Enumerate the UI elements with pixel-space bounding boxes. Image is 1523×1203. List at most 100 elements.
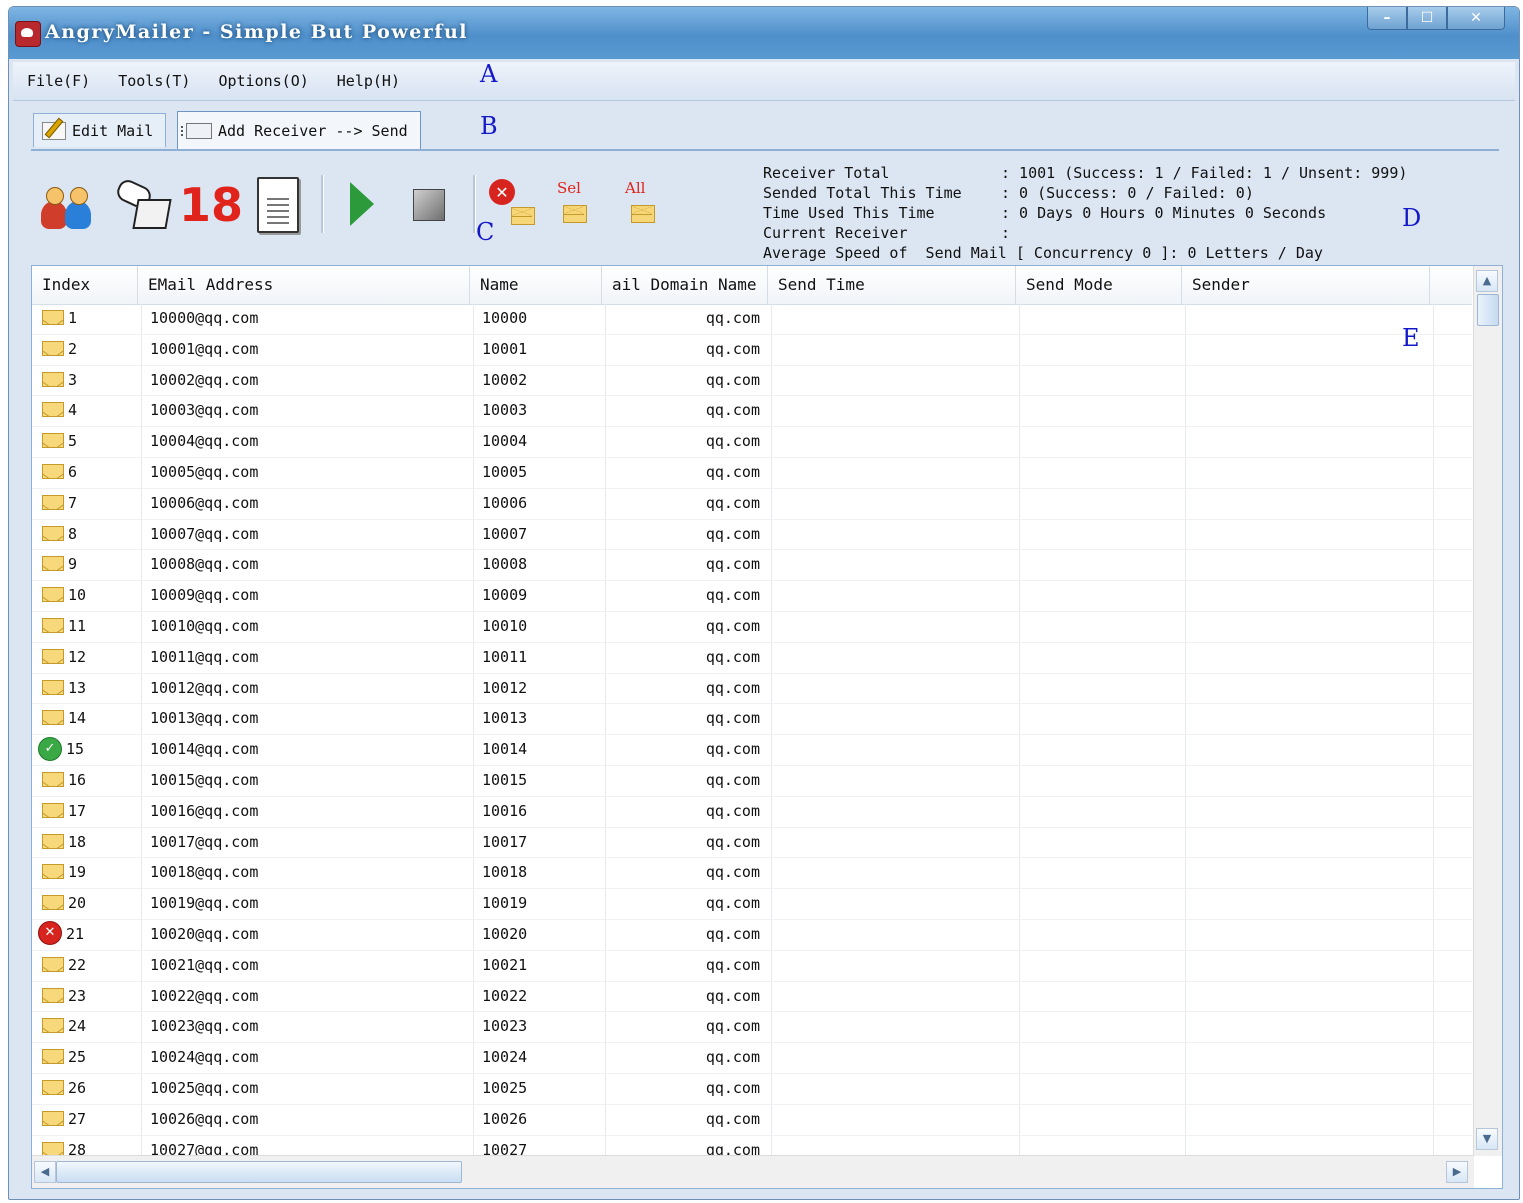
envelope-icon bbox=[42, 771, 64, 787]
tab-strip: Edit Mail Add Receiver --> Send bbox=[31, 109, 1499, 151]
tab-add-receiver-send[interactable]: Add Receiver --> Send bbox=[177, 111, 421, 149]
table-row[interactable]: 25 10024@qq.com 10024 qq.com bbox=[32, 1043, 1472, 1074]
horizontal-scrollbar[interactable]: ◀ ▶ bbox=[32, 1155, 1474, 1188]
stat-receiver-total: Receiver Total : 1001 (Success: 1 / Fail… bbox=[763, 164, 1408, 182]
scroll-right-button[interactable]: ▶ bbox=[1446, 1161, 1468, 1183]
table-row[interactable]: 16 10015@qq.com 10015 qq.com bbox=[32, 766, 1472, 797]
clear-selected-button[interactable]: Sel bbox=[555, 179, 599, 225]
start-send-button[interactable] bbox=[347, 181, 377, 227]
minimize-button[interactable]: – bbox=[1367, 7, 1407, 30]
table-row[interactable]: 19 10018@qq.com 10018 qq.com bbox=[32, 858, 1472, 890]
table-row[interactable]: 6 10005@qq.com 10005 qq.com bbox=[32, 458, 1472, 489]
row-email: 10002@qq.com bbox=[150, 370, 259, 389]
title-bar[interactable]: AngryMailer - Simple But Powerful – ☐ ✕ bbox=[9, 7, 1519, 59]
table-row[interactable]: 22 10021@qq.com 10021 qq.com bbox=[32, 951, 1472, 982]
table-row[interactable]: 20 10019@qq.com 10019 qq.com bbox=[32, 889, 1472, 920]
maximize-button[interactable]: ☐ bbox=[1407, 7, 1447, 30]
receiver-list[interactable]: Index EMail Address Name ail Domain Name… bbox=[31, 265, 1503, 1189]
clear-failed-button[interactable]: ✕ bbox=[489, 179, 539, 225]
col-name[interactable]: Name bbox=[470, 266, 602, 304]
stat-average-speed: Average Speed of Send Mail [ Concurrency… bbox=[763, 244, 1323, 262]
row-domain: qq.com bbox=[705, 863, 760, 882]
col-domain[interactable]: ail Domain Name bbox=[602, 266, 768, 304]
row-send-time bbox=[770, 489, 1018, 518]
row-sender bbox=[1184, 674, 1432, 703]
col-send-time[interactable]: Send Time bbox=[768, 266, 1016, 304]
menu-options[interactable]: Options(O) bbox=[204, 72, 322, 90]
row-sender bbox=[1184, 828, 1432, 857]
table-row[interactable]: 12 10011@qq.com 10011 qq.com bbox=[32, 643, 1472, 674]
table-row[interactable]: 8 10007@qq.com 10007 qq.com bbox=[32, 520, 1472, 551]
concurrency-count-button[interactable]: 18 bbox=[179, 177, 243, 233]
row-domain: qq.com bbox=[705, 678, 760, 697]
tab-edit-mail[interactable]: Edit Mail bbox=[33, 113, 167, 147]
close-button[interactable]: ✕ bbox=[1447, 7, 1505, 30]
table-row[interactable]: ✕ 21 10020@qq.com 10020 qq.com bbox=[32, 920, 1472, 951]
col-sender[interactable]: Sender bbox=[1182, 266, 1430, 304]
col-email[interactable]: EMail Address bbox=[138, 266, 470, 304]
table-row[interactable]: 28 10027@qq.com 10027 qq.com bbox=[32, 1136, 1472, 1156]
receivers-group-button[interactable] bbox=[41, 181, 99, 229]
row-sender bbox=[1184, 704, 1432, 733]
row-send-mode bbox=[1018, 1136, 1184, 1156]
row-index: 11 bbox=[68, 616, 87, 635]
table-row[interactable]: 5 10004@qq.com 10004 qq.com bbox=[32, 427, 1472, 458]
row-domain: qq.com bbox=[705, 1048, 760, 1067]
send-statistics: Receiver Total : 1001 (Success: 1 / Fail… bbox=[763, 163, 1407, 263]
stop-send-button[interactable] bbox=[413, 189, 445, 221]
col-send-mode[interactable]: Send Mode bbox=[1016, 266, 1182, 304]
menu-help[interactable]: Help(H) bbox=[323, 72, 414, 90]
scroll-left-button[interactable]: ◀ bbox=[34, 1161, 56, 1183]
menu-tools[interactable]: Tools(T) bbox=[104, 72, 204, 90]
row-sender bbox=[1184, 1074, 1432, 1103]
clear-all-button[interactable]: All bbox=[623, 179, 667, 225]
table-row[interactable]: 13 10012@qq.com 10012 qq.com bbox=[32, 674, 1472, 705]
table-row[interactable]: 9 10008@qq.com 10008 qq.com bbox=[32, 550, 1472, 582]
row-domain: qq.com bbox=[705, 924, 760, 943]
table-row[interactable]: 14 10013@qq.com 10013 qq.com bbox=[32, 704, 1472, 736]
row-send-mode bbox=[1018, 489, 1184, 518]
row-send-mode bbox=[1018, 366, 1184, 395]
table-row[interactable]: 4 10003@qq.com 10003 qq.com bbox=[32, 396, 1472, 428]
table-row[interactable]: 11 10010@qq.com 10010 qq.com bbox=[32, 612, 1472, 643]
table-row[interactable]: 17 10016@qq.com 10016 qq.com bbox=[32, 797, 1472, 828]
table-row[interactable]: 3 10002@qq.com 10002 qq.com bbox=[32, 366, 1472, 397]
row-name: 10027 bbox=[482, 1140, 528, 1156]
scroll-down-button[interactable]: ▼ bbox=[1476, 1128, 1498, 1150]
import-receivers-button[interactable] bbox=[113, 176, 172, 231]
envelope-icon bbox=[42, 1141, 64, 1156]
menu-bar: File(F) Tools(T) Options(O) Help(H) bbox=[13, 62, 1515, 101]
table-row[interactable]: 23 10022@qq.com 10022 qq.com bbox=[32, 982, 1472, 1013]
row-send-mode bbox=[1018, 951, 1184, 980]
table-row[interactable]: 10 10009@qq.com 10009 qq.com bbox=[32, 581, 1472, 612]
table-row[interactable]: ✓ 15 10014@qq.com 10014 qq.com bbox=[32, 735, 1472, 766]
table-row[interactable]: 24 10023@qq.com 10023 qq.com bbox=[32, 1012, 1472, 1044]
row-name: 10023 bbox=[482, 1017, 528, 1036]
table-row[interactable]: 2 10001@qq.com 10001 qq.com bbox=[32, 335, 1472, 366]
table-row[interactable]: 7 10006@qq.com 10006 qq.com bbox=[32, 489, 1472, 520]
row-send-time bbox=[770, 828, 1018, 857]
row-name: 10003 bbox=[482, 401, 528, 420]
row-sender bbox=[1184, 427, 1432, 456]
table-row[interactable]: 1 10000@qq.com 10000 qq.com bbox=[32, 304, 1472, 335]
row-name: 10010 bbox=[482, 616, 528, 635]
table-row[interactable]: 26 10025@qq.com 10025 qq.com bbox=[32, 1074, 1472, 1105]
menu-file[interactable]: File(F) bbox=[13, 72, 104, 90]
vertical-scroll-thumb[interactable] bbox=[1477, 294, 1499, 326]
row-name: 10026 bbox=[482, 1109, 528, 1128]
vertical-scrollbar[interactable]: ▲ ▼ bbox=[1473, 266, 1502, 1156]
envelope-icon bbox=[42, 587, 64, 603]
row-email: 10016@qq.com bbox=[150, 801, 259, 820]
row-index: 26 bbox=[68, 1078, 87, 1097]
table-row[interactable]: 27 10026@qq.com 10026 qq.com bbox=[32, 1105, 1472, 1136]
window-title: AngryMailer - Simple But Powerful bbox=[45, 21, 469, 43]
horizontal-scroll-thumb[interactable] bbox=[56, 1161, 462, 1183]
scroll-up-button[interactable]: ▲ bbox=[1476, 270, 1498, 292]
row-send-time bbox=[770, 1136, 1018, 1156]
col-index[interactable]: Index bbox=[32, 266, 138, 304]
send-log-button[interactable] bbox=[257, 177, 299, 233]
row-index-cell: 3 bbox=[32, 366, 140, 395]
table-row[interactable]: 18 10017@qq.com 10017 qq.com bbox=[32, 828, 1472, 859]
row-domain: qq.com bbox=[705, 339, 760, 358]
row-index: 25 bbox=[68, 1048, 87, 1067]
